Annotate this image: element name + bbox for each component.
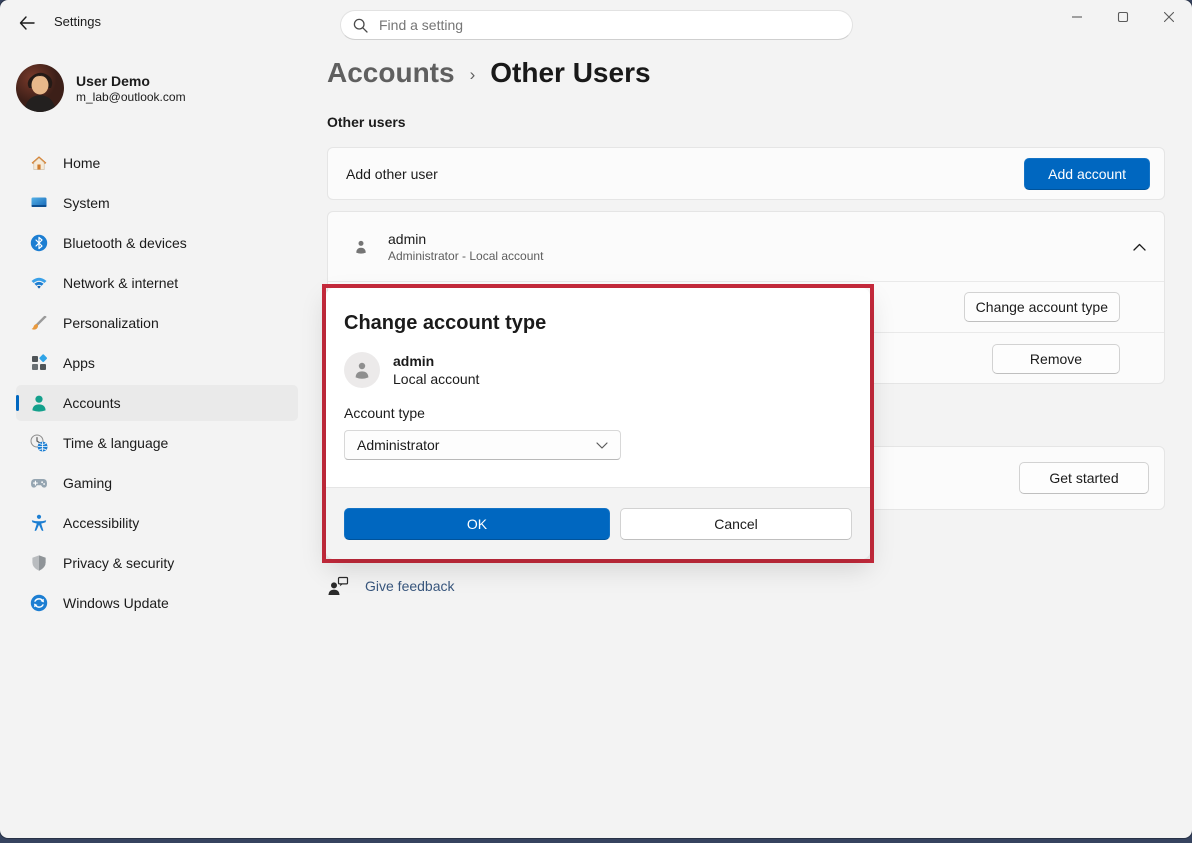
change-account-type-dialog: Change account type admin Local account … xyxy=(326,288,870,559)
sidebar-item-personalization[interactable]: Personalization xyxy=(16,305,298,341)
sidebar-item-label: Apps xyxy=(63,355,95,371)
sidebar-item-privacy-security[interactable]: Privacy & security xyxy=(16,545,298,581)
accounts-icon xyxy=(29,393,49,413)
sidebar-item-label: Gaming xyxy=(63,475,112,491)
user-row-description: Administrator - Local account xyxy=(388,248,1115,264)
user-row-name: admin xyxy=(388,230,1115,248)
user-row-text: admin Administrator - Local account xyxy=(388,230,1115,264)
sidebar-item-label: Privacy & security xyxy=(63,555,174,571)
sidebar: User Demo m_lab@outlook.com Home System xyxy=(0,48,320,838)
account-type-label: Account type xyxy=(344,405,852,421)
app-title: Settings xyxy=(54,0,101,42)
system-icon xyxy=(29,193,49,213)
sidebar-item-label: Windows Update xyxy=(63,595,169,611)
time-language-icon xyxy=(29,433,49,453)
add-other-user-row: Add other user Add account xyxy=(327,147,1165,200)
sidebar-item-label: Network & internet xyxy=(63,275,178,291)
feedback-icon xyxy=(327,576,349,596)
search-box[interactable] xyxy=(340,10,853,40)
gaming-icon xyxy=(29,473,49,493)
sidebar-item-label: Bluetooth & devices xyxy=(63,235,187,251)
sidebar-item-label: Time & language xyxy=(63,435,168,451)
dialog-user-name: admin xyxy=(393,352,479,370)
privacy-icon xyxy=(29,553,49,573)
annotation-rectangle: Change account type admin Local account … xyxy=(322,284,874,563)
breadcrumb-accounts[interactable]: Accounts xyxy=(327,57,455,89)
person-icon xyxy=(352,238,370,256)
breadcrumb: Accounts › Other Users xyxy=(327,57,651,89)
user-row-admin[interactable]: admin Administrator - Local account xyxy=(328,212,1164,281)
dialog-user-text: admin Local account xyxy=(393,352,479,388)
get-started-button[interactable]: Get started xyxy=(1019,462,1149,494)
user-info: User Demo m_lab@outlook.com xyxy=(76,72,186,105)
user-profile[interactable]: User Demo m_lab@outlook.com xyxy=(16,64,186,112)
sidebar-item-label: System xyxy=(63,195,110,211)
section-label-other-users: Other users xyxy=(327,114,406,130)
sidebar-item-network-internet[interactable]: Network & internet xyxy=(16,265,298,301)
page-title: Other Users xyxy=(490,57,650,89)
settings-window: Settings xyxy=(0,0,1192,838)
close-button[interactable] xyxy=(1146,0,1192,34)
sidebar-item-system[interactable]: System xyxy=(16,185,298,221)
account-type-selected-value: Administrator xyxy=(357,437,439,453)
dialog-title: Change account type xyxy=(344,312,852,335)
sidebar-item-time-language[interactable]: Time & language xyxy=(16,425,298,461)
bluetooth-icon xyxy=(29,233,49,253)
home-icon xyxy=(29,153,49,173)
minimize-button[interactable] xyxy=(1054,0,1100,34)
dialog-user: admin Local account xyxy=(344,352,852,388)
minimize-icon xyxy=(1071,11,1083,23)
user-name: User Demo xyxy=(76,72,186,90)
search-icon xyxy=(353,18,368,33)
cancel-button[interactable]: Cancel xyxy=(620,508,852,540)
sidebar-item-bluetooth-devices[interactable]: Bluetooth & devices xyxy=(16,225,298,261)
breadcrumb-separator-icon: › xyxy=(470,65,476,85)
maximize-button[interactable] xyxy=(1100,0,1146,34)
chevron-up-icon[interactable] xyxy=(1133,243,1146,251)
chevron-down-icon xyxy=(596,442,608,449)
sidebar-item-accessibility[interactable]: Accessibility xyxy=(16,505,298,541)
add-account-button[interactable]: Add account xyxy=(1024,158,1150,190)
ok-button[interactable]: OK xyxy=(344,508,610,540)
sidebar-item-label: Accessibility xyxy=(63,515,139,531)
sidebar-item-apps[interactable]: Apps xyxy=(16,345,298,381)
sidebar-item-label: Accounts xyxy=(63,395,121,411)
close-icon xyxy=(1163,11,1175,23)
dialog-user-avatar-icon xyxy=(344,352,380,388)
sidebar-item-home[interactable]: Home xyxy=(16,145,298,181)
sidebar-item-label: Personalization xyxy=(63,315,159,331)
sidebar-nav: Home System Bluetooth & devices Network … xyxy=(16,145,298,625)
add-other-user-label: Add other user xyxy=(346,166,438,182)
accessibility-icon xyxy=(29,513,49,533)
apps-icon xyxy=(29,353,49,373)
change-account-type-button[interactable]: Change account type xyxy=(964,292,1120,322)
sidebar-item-accounts[interactable]: Accounts xyxy=(16,385,298,421)
search-input[interactable] xyxy=(377,16,840,34)
remove-button[interactable]: Remove xyxy=(992,344,1120,374)
account-type-dropdown[interactable]: Administrator xyxy=(344,430,621,460)
give-feedback-link[interactable]: Give feedback xyxy=(327,576,455,596)
sidebar-item-gaming[interactable]: Gaming xyxy=(16,465,298,501)
network-icon xyxy=(29,273,49,293)
dialog-user-type: Local account xyxy=(393,370,479,388)
user-email: m_lab@outlook.com xyxy=(76,90,186,105)
back-arrow-icon xyxy=(19,16,35,30)
title-bar: Settings xyxy=(0,0,1192,48)
sidebar-item-label: Home xyxy=(63,155,100,171)
maximize-icon xyxy=(1117,11,1129,23)
window-controls xyxy=(1054,0,1192,34)
back-button[interactable] xyxy=(10,8,44,38)
sidebar-item-windows-update[interactable]: Windows Update xyxy=(16,585,298,621)
give-feedback-label: Give feedback xyxy=(365,578,455,594)
windows-update-icon xyxy=(29,593,49,613)
dialog-footer: OK Cancel xyxy=(326,487,870,559)
personalization-icon xyxy=(29,313,49,333)
user-avatar xyxy=(16,64,64,112)
